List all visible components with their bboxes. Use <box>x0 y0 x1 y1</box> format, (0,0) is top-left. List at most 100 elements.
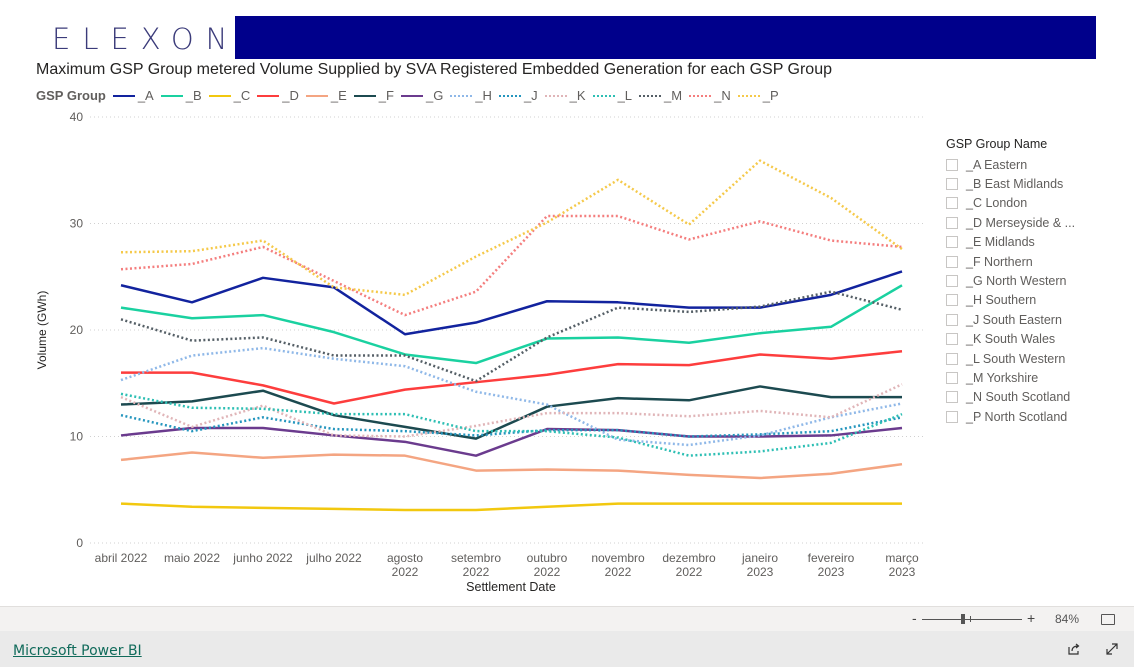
slicer-checkbox[interactable] <box>946 236 958 249</box>
zoom-out-button[interactable]: - <box>912 610 917 626</box>
legend-label: _M <box>664 88 683 103</box>
series-line-b <box>120 284 903 365</box>
x-tick-label: março 2023 <box>885 551 919 579</box>
elexon-logo: ELEXON <box>52 22 240 56</box>
legend-label: _N <box>714 88 731 103</box>
slicer-item-label: _H Southern <box>966 293 1037 308</box>
legend-label: _B <box>185 88 202 103</box>
legend-item[interactable]: _D <box>256 88 299 103</box>
legend-label: _D <box>282 88 299 103</box>
x-axis-title: Settlement Date <box>466 580 556 594</box>
power-bi-link[interactable]: Microsoft Power BI <box>13 643 142 659</box>
legend-item[interactable]: _F <box>353 88 394 103</box>
fit-to-page-icon[interactable] <box>1101 614 1115 625</box>
fullscreen-icon[interactable] <box>1105 642 1119 656</box>
slicer-items: _A Eastern _B East Midlands _C London _D Me… <box>946 155 1075 426</box>
share-icon[interactable] <box>1067 642 1081 656</box>
y-tick-label: 40 <box>70 110 84 124</box>
series-line-c <box>120 502 902 512</box>
slicer-item[interactable]: _A Eastern <box>946 155 1075 174</box>
legend-item[interactable]: _K <box>544 88 586 103</box>
legend-swatch <box>592 94 615 97</box>
slicer-item-label: _M Yorkshire <box>966 370 1039 385</box>
slicer-item[interactable]: _K South Wales <box>946 330 1075 349</box>
slicer-item[interactable]: _F Northern <box>946 252 1075 271</box>
slicer-checkbox[interactable] <box>946 158 958 171</box>
legend-label: _A <box>137 88 154 103</box>
line-chart: 0 10 20 30 40 Volume (GWh) abril 2022 maio 2022… <box>35 110 925 594</box>
zoom-bar: - + 84% <box>0 606 1134 632</box>
legend-item[interactable]: _M <box>638 88 682 103</box>
header-banner <box>235 16 1096 59</box>
x-tick-label: junho 2022 <box>232 551 293 565</box>
slicer-checkbox[interactable] <box>946 275 958 288</box>
legend-swatch <box>498 94 521 97</box>
slicer-checkbox[interactable] <box>946 216 958 229</box>
slicer-item-label: _N South Scotland <box>966 390 1071 405</box>
legend-label: _K <box>569 88 586 103</box>
slicer-item[interactable]: _M Yorkshire <box>946 368 1075 387</box>
slicer-checkbox[interactable] <box>946 294 958 307</box>
slicer-item[interactable]: _D Merseyside & ... <box>946 213 1075 232</box>
series-line-a <box>120 270 903 336</box>
legend-item[interactable]: _J <box>498 88 538 103</box>
slicer-item-label: _G North Western <box>966 274 1067 289</box>
legend-label: _C <box>233 88 251 103</box>
legend-item[interactable]: _H <box>449 88 492 103</box>
legend-title: GSP Group <box>36 88 106 103</box>
slicer-item[interactable]: _C London <box>946 194 1075 213</box>
slicer-item-label: _P North Scotland <box>966 409 1068 424</box>
x-tick-label: maio 2022 <box>164 551 220 565</box>
legend-swatch <box>689 94 712 97</box>
zoom-default-tick <box>970 616 971 622</box>
y-tick-label: 10 <box>70 430 84 444</box>
legend-item[interactable]: _E <box>305 88 347 103</box>
legend-swatch <box>544 94 567 97</box>
zoom-slider-thumb[interactable] <box>961 614 965 624</box>
slicer-item-label: _C London <box>966 196 1028 211</box>
slicer-item-label: _J South Eastern <box>966 312 1062 327</box>
slicer-checkbox[interactable] <box>946 197 958 210</box>
slicer-checkbox[interactable] <box>946 333 958 346</box>
legend-label: _E <box>330 88 347 103</box>
slicer-checkbox[interactable] <box>946 410 958 423</box>
slicer-item[interactable]: _L South Western <box>946 349 1075 368</box>
legend-item[interactable]: _P <box>737 88 779 103</box>
legend-items: _A _B _C _D _E _F _G _H _J _K _L _M _N _P <box>112 88 785 103</box>
legend-swatch <box>450 94 473 97</box>
legend-item[interactable]: _B <box>160 88 202 103</box>
legend-item[interactable]: _L <box>592 88 632 103</box>
x-tick-label: novembro 2022 <box>591 551 645 579</box>
slicer-item[interactable]: _G North Western <box>946 271 1075 290</box>
slicer-checkbox[interactable] <box>946 313 958 326</box>
legend-swatch <box>737 94 760 97</box>
zoom-in-button[interactable]: + <box>1027 610 1035 626</box>
slicer-item[interactable]: _E Midlands <box>946 233 1075 252</box>
slicer-item-label: _E Midlands <box>966 235 1035 250</box>
legend-item[interactable]: _N <box>688 88 731 103</box>
slicer-checkbox[interactable] <box>946 255 958 268</box>
x-tick-label: julho 2022 <box>305 551 362 565</box>
slicer-item[interactable]: _H Southern <box>946 291 1075 310</box>
footer: Microsoft Power BI <box>0 631 1134 667</box>
slicer-item[interactable]: _J South Eastern <box>946 310 1075 329</box>
zoom-slider-track[interactable] <box>922 619 1022 620</box>
slicer-item-label: _K South Wales <box>966 332 1056 347</box>
series-line-e <box>120 451 903 480</box>
x-tick-label: setembro 2022 <box>451 551 501 579</box>
slicer-item[interactable]: _B East Midlands <box>946 174 1075 193</box>
legend-item[interactable]: _A <box>112 88 154 103</box>
legend-item[interactable]: _C <box>208 88 251 103</box>
slicer-checkbox[interactable] <box>946 391 958 404</box>
legend-label: _J <box>523 88 538 103</box>
slicer-checkbox[interactable] <box>946 178 958 191</box>
slicer-item-label: _D Merseyside & ... <box>966 215 1076 230</box>
slicer-item[interactable]: _P North Scotland <box>946 407 1075 426</box>
slicer-item[interactable]: _N South Scotland <box>946 388 1075 407</box>
legend-item[interactable]: _G <box>400 88 443 103</box>
legend-swatch <box>400 94 423 97</box>
slicer-checkbox[interactable] <box>946 371 958 384</box>
x-tick-label: agosto 2022 <box>387 551 423 579</box>
slicer-checkbox[interactable] <box>946 352 958 365</box>
series-line-g <box>120 426 903 457</box>
